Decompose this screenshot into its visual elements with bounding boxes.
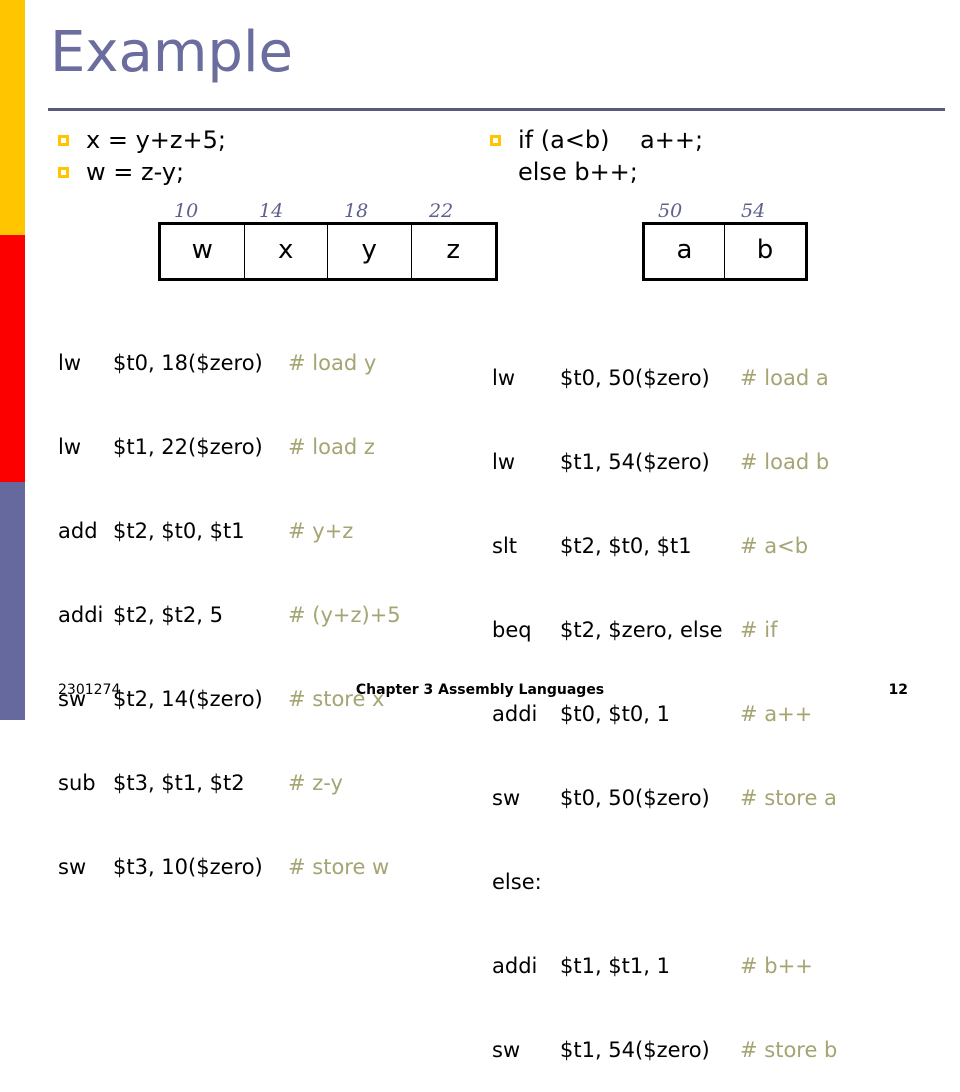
code-mnemonic: slt xyxy=(492,534,518,558)
code-line: beq $t2, $zero, else # if xyxy=(492,616,837,644)
code-line: addi $t0, $t0, 1 # a++ xyxy=(492,700,837,728)
code-mnemonic: addi xyxy=(58,603,104,627)
memory-address: 14 xyxy=(259,200,284,222)
code-comment: # load y xyxy=(288,351,377,375)
sidebar-band-yellow xyxy=(0,0,25,235)
memory-cell: b xyxy=(756,235,774,265)
list-item: w = z-y; xyxy=(58,156,478,188)
memory-cell-table: w x y z xyxy=(158,222,498,281)
code-operands: $t1, 54($zero) xyxy=(560,1038,710,1062)
code-line: sw $t1, 54($zero) # store b xyxy=(492,1036,837,1064)
code-mnemonic: lw xyxy=(492,450,516,474)
code-label-line: else: xyxy=(492,868,837,896)
code-operands: $t2, $t0, $t1 xyxy=(560,534,692,558)
code-line: sw $t0, 50($zero) # store a xyxy=(492,784,837,812)
code-line: sub $t3, $t1, $t2 # z-y xyxy=(58,769,401,797)
code-operands: $t2, $zero, else xyxy=(560,618,723,642)
code-comment: # load b xyxy=(740,450,830,474)
code-operands: $t3, 10($zero) xyxy=(113,855,263,879)
slide-title: Example xyxy=(50,20,293,85)
code-operands: $t2, $t2, 5 xyxy=(113,603,223,627)
code-mnemonic: lw xyxy=(58,435,82,459)
sidebar-band-red xyxy=(0,235,25,482)
code-comment: # (y+z)+5 xyxy=(288,603,401,627)
decorative-sidebar xyxy=(0,0,25,720)
code-comment: # y+z xyxy=(288,519,354,543)
code-operands: $t0, $t0, 1 xyxy=(560,702,670,726)
code-label: else: xyxy=(492,870,542,894)
code-comment: # a<b xyxy=(740,534,809,558)
memory-diagram-right: 50 54 a b xyxy=(642,200,808,281)
code-comment: # a++ xyxy=(740,702,813,726)
footer-chapter: Chapter 3 Assembly Languages xyxy=(355,682,605,698)
list-item-label: if (a<b) a++; xyxy=(518,126,704,154)
code-comment: # z-y xyxy=(288,771,343,795)
code-mnemonic: sw xyxy=(492,786,521,810)
code-line: lw $t0, 18($zero) # load y xyxy=(58,349,401,377)
code-mnemonic: lw xyxy=(492,366,516,390)
code-operands: $t1, 54($zero) xyxy=(560,450,710,474)
memory-address: 18 xyxy=(344,200,369,222)
memory-address-row: 10 14 18 22 xyxy=(158,200,498,222)
code-mnemonic: lw xyxy=(58,351,82,375)
memory-address: 54 xyxy=(741,200,766,222)
memory-cell: a xyxy=(645,225,726,278)
code-line: addi $t1, $t1, 1 # b++ xyxy=(492,952,837,980)
code-mnemonic: addi xyxy=(492,954,538,978)
square-bullet-icon xyxy=(58,135,69,146)
code-comment: # store a xyxy=(740,786,837,810)
memory-cell: x xyxy=(245,225,328,278)
code-operands: $t0, 50($zero) xyxy=(560,366,710,390)
list-item: if (a<b) a++; xyxy=(490,124,930,156)
code-comment: # store b xyxy=(740,1038,838,1062)
code-comment: # if xyxy=(740,618,778,642)
list-item: else b++; xyxy=(490,156,930,188)
code-line: addi $t2, $t2, 5 # (y+z)+5 xyxy=(58,601,401,629)
code-comment: # load a xyxy=(740,366,829,390)
list-item: x = y+z+5; xyxy=(58,124,478,156)
memory-address-row: 50 54 xyxy=(642,200,808,222)
code-mnemonic: beq xyxy=(492,618,532,642)
memory-cell-table: a b xyxy=(642,222,808,281)
memory-cell: w xyxy=(161,225,245,278)
code-operands: $t2, $t0, $t1 xyxy=(113,519,245,543)
code-comment: # store w xyxy=(288,855,390,879)
code-mnemonic: sub xyxy=(58,771,96,795)
list-item-label: w = z-y; xyxy=(86,158,185,186)
code-operands: $t3, $t1, $t2 xyxy=(113,771,245,795)
memory-address: 50 xyxy=(658,200,683,222)
code-line: lw $t0, 50($zero) # load a xyxy=(492,364,837,392)
code-comment: # b++ xyxy=(740,954,813,978)
slide-footer: 2301274 Chapter 3 Assembly Languages 12 xyxy=(0,676,960,704)
code-operands: $t1, $t1, 1 xyxy=(560,954,670,978)
code-line: sw $t3, 10($zero) # store w xyxy=(58,853,401,881)
code-mnemonic: sw xyxy=(58,855,87,879)
list-item-label: else b++; xyxy=(518,158,638,186)
code-operands: $t1, 22($zero) xyxy=(113,435,263,459)
bullet-spacer xyxy=(490,167,501,178)
list-item-label: x = y+z+5; xyxy=(86,126,226,154)
square-bullet-icon xyxy=(490,135,501,146)
right-bullet-list: if (a<b) a++; else b++; xyxy=(490,124,930,188)
assembly-code-left: lw $t0, 18($zero) # load y lw $t1, 22($z… xyxy=(58,293,401,909)
code-mnemonic: addi xyxy=(492,702,538,726)
square-bullet-icon xyxy=(58,167,69,178)
memory-address: 22 xyxy=(429,200,454,222)
code-operands: $t0, 18($zero) xyxy=(113,351,263,375)
code-mnemonic: add xyxy=(58,519,98,543)
left-bullet-list: x = y+z+5; w = z-y; xyxy=(58,124,478,188)
memory-diagram-left: 10 14 18 22 w x y z xyxy=(158,200,498,281)
code-mnemonic: sw xyxy=(492,1038,521,1062)
title-divider xyxy=(48,108,945,111)
code-line: lw $t1, 22($zero) # load z xyxy=(58,433,401,461)
footer-page-number: 12 xyxy=(888,682,908,698)
code-comment: # load z xyxy=(288,435,375,459)
code-line: add $t2, $t0, $t1 # y+z xyxy=(58,517,401,545)
code-operands: $t0, 50($zero) xyxy=(560,786,710,810)
memory-cell: y xyxy=(328,225,412,278)
code-line: slt $t2, $t0, $t1 # a<b xyxy=(492,532,837,560)
memory-address: 10 xyxy=(174,200,199,222)
code-line: lw $t1, 54($zero) # load b xyxy=(492,448,837,476)
memory-cell: z xyxy=(446,235,461,265)
